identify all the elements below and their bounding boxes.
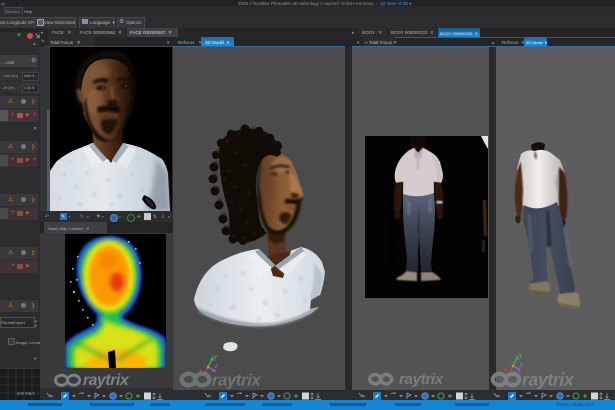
svg-text:Y: Y [519,354,523,360]
svg-text:Y: Y [214,355,218,361]
svg-text:Z: Z [520,363,523,369]
svg-text:raytrix: raytrix [522,370,575,390]
svg-text:raytrix: raytrix [399,371,444,388]
svg-text:600 MB/s: 600 MB/s [17,391,35,396]
svg-text:raytrix: raytrix [83,372,130,389]
svg-text:raytrix: raytrix [212,372,261,390]
